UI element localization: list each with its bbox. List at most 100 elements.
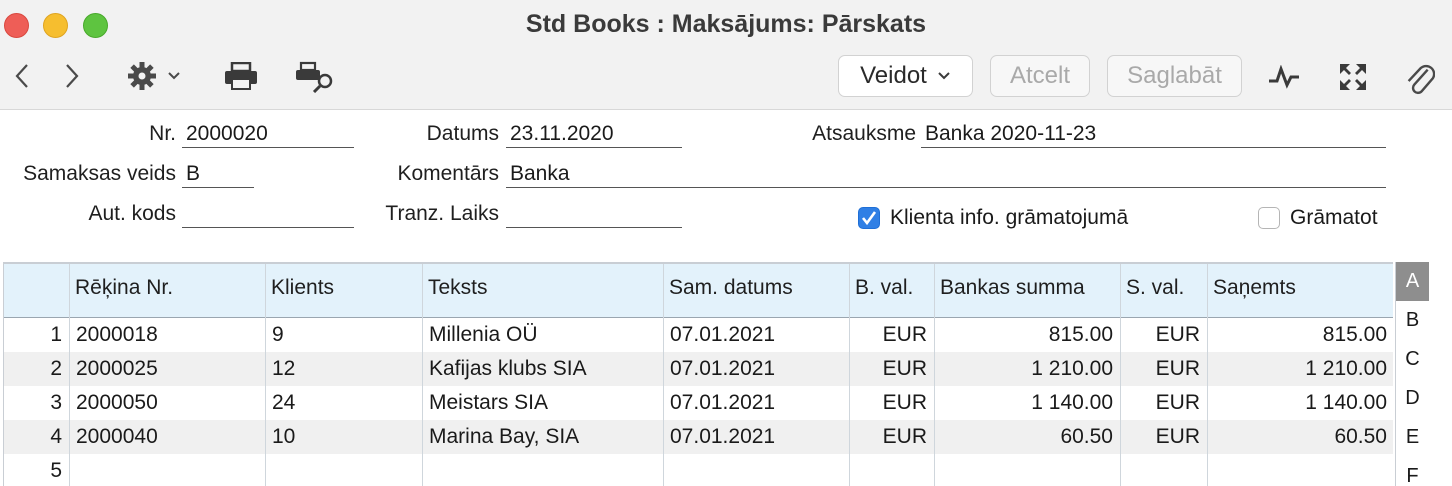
activity-icon[interactable]: [1266, 62, 1302, 92]
transaction-time-field[interactable]: [506, 200, 682, 228]
post-label: Grāmatot: [1290, 206, 1378, 229]
date-field[interactable]: 23.11.2020: [506, 120, 682, 148]
table-row[interactable]: 4 2000040 10 Marina Bay, SIA 07.01.2021 EUR 60…: [4, 420, 1393, 454]
cell-received-currency[interactable]: [1120, 454, 1207, 486]
cell-bank-currency[interactable]: EUR: [849, 420, 934, 454]
nr-label: Nr.: [149, 122, 176, 145]
cell-pay-date[interactable]: 07.01.2021: [663, 352, 849, 386]
comment-field[interactable]: Banka: [506, 160, 1386, 188]
section-tabs: ABCDEF: [1395, 262, 1429, 486]
col-header-bank-amount[interactable]: Bankas summa: [934, 264, 1085, 318]
cell-pay-date[interactable]: 07.01.2021: [663, 386, 849, 420]
cell-text[interactable]: Kafijas klubs SIA: [422, 352, 663, 386]
section-tab[interactable]: E: [1396, 418, 1429, 457]
table-row[interactable]: 2 2000025 12 Kafijas klubs SIA 07.01.2021 EUR…: [4, 352, 1393, 386]
cell-client[interactable]: [265, 454, 422, 486]
col-header-text[interactable]: Teksts: [422, 264, 488, 318]
checkmark-icon: [861, 211, 877, 226]
paperclip-icon[interactable]: [1402, 58, 1438, 96]
payment-type-label: Samaksas veids: [23, 162, 176, 185]
section-tab[interactable]: B: [1396, 301, 1429, 340]
auth-code-label: Aut. kods: [88, 202, 176, 225]
section-tab[interactable]: D: [1396, 379, 1429, 418]
reference-field[interactable]: Banka 2020-11-23: [921, 120, 1386, 148]
col-header-received-currency[interactable]: S. val.: [1120, 264, 1184, 318]
table-row[interactable]: 3 2000050 24 Meistars SIA 07.01.2021 EUR 1 140…: [4, 386, 1393, 420]
gear-icon[interactable]: [126, 60, 186, 92]
cell-bank-amount[interactable]: 815.00: [934, 318, 1120, 352]
cell-row-number: 2: [50, 357, 62, 380]
cell-row-number: 4: [50, 425, 62, 448]
cell-bank-currency[interactable]: [849, 454, 934, 486]
cell-pay-date[interactable]: 07.01.2021: [663, 318, 849, 352]
section-tab[interactable]: A: [1396, 262, 1429, 301]
table-row[interactable]: 5: [4, 454, 1393, 486]
back-icon[interactable]: [10, 60, 34, 92]
cell-text[interactable]: Meistars SIA: [422, 386, 663, 420]
create-button[interactable]: Veidot: [838, 55, 973, 97]
cell-received-amount[interactable]: [1207, 454, 1393, 486]
client-info-label: Klienta info. grāmatojumā: [890, 206, 1129, 229]
cell-row-number: 1: [50, 323, 62, 346]
comment-label: Komentārs: [397, 162, 499, 185]
cell-pay-date[interactable]: 07.01.2021: [663, 420, 849, 454]
cell-invoice-number[interactable]: 2000040: [69, 420, 265, 454]
chevron-down-icon: [938, 72, 950, 80]
cell-bank-currency[interactable]: EUR: [849, 318, 934, 352]
auth-code-field[interactable]: [182, 200, 354, 228]
print-icon[interactable]: [222, 60, 260, 92]
cell-invoice-number[interactable]: [69, 454, 265, 486]
print-preview-icon[interactable]: [294, 60, 338, 94]
cell-bank-amount[interactable]: 1 140.00: [934, 386, 1120, 420]
window-chrome: Std Books : Maksājums: Pārskats Veidot A…: [0, 0, 1452, 110]
cell-client[interactable]: 12: [265, 352, 422, 386]
cell-invoice-number[interactable]: 2000018: [69, 318, 265, 352]
cell-received-currency[interactable]: EUR: [1120, 420, 1207, 454]
cell-invoice-number[interactable]: 2000050: [69, 386, 265, 420]
cell-received-currency[interactable]: EUR: [1120, 386, 1207, 420]
section-tab[interactable]: C: [1396, 340, 1429, 379]
cell-received-amount[interactable]: 815.00: [1207, 318, 1393, 352]
window-title: Std Books : Maksājums: Pārskats: [525, 10, 927, 38]
cell-received-currency[interactable]: EUR: [1120, 318, 1207, 352]
col-header-received[interactable]: Saņemts: [1207, 264, 1296, 318]
cell-received-currency[interactable]: EUR: [1120, 352, 1207, 386]
cell-text[interactable]: Marina Bay, SIA: [422, 420, 663, 454]
post-checkbox[interactable]: [1258, 207, 1280, 229]
grid-header: Rēķina Nr. Klients Teksts Sam. datums B.…: [4, 264, 1393, 318]
section-tab[interactable]: F: [1396, 457, 1429, 486]
payment-type-field[interactable]: B: [182, 160, 254, 188]
cell-bank-currency[interactable]: EUR: [849, 386, 934, 420]
cell-text[interactable]: [422, 454, 663, 486]
col-header-bank-currency[interactable]: B. val.: [849, 264, 913, 318]
cell-received-amount[interactable]: 1 140.00: [1207, 386, 1393, 420]
cell-text[interactable]: Millenia OÜ: [422, 318, 663, 352]
date-label: Datums: [426, 122, 499, 145]
col-header-invoice[interactable]: Rēķina Nr.: [69, 264, 173, 318]
cell-pay-date[interactable]: [663, 454, 849, 486]
reference-label: Atsauksme: [812, 122, 916, 145]
save-button[interactable]: Saglabāt: [1107, 55, 1242, 97]
client-info-checkbox[interactable]: [858, 207, 880, 229]
cell-bank-amount[interactable]: [934, 454, 1120, 486]
cell-bank-amount[interactable]: 1 210.00: [934, 352, 1120, 386]
cell-client[interactable]: 9: [265, 318, 422, 352]
col-header-client[interactable]: Klients: [265, 264, 334, 318]
nr-field[interactable]: 2000020: [182, 120, 354, 148]
cell-received-amount[interactable]: 60.50: [1207, 420, 1393, 454]
fullscreen-icon[interactable]: [1336, 60, 1370, 94]
cell-row-number: 3: [50, 391, 62, 414]
create-button-label: Veidot: [860, 62, 927, 89]
payment-rows-grid: Rēķina Nr. Klients Teksts Sam. datums B.…: [3, 262, 1393, 486]
cell-client[interactable]: 24: [265, 386, 422, 420]
cell-received-amount[interactable]: 1 210.00: [1207, 352, 1393, 386]
transaction-time-label: Tranz. Laiks: [385, 202, 499, 225]
forward-icon[interactable]: [60, 60, 84, 92]
cell-bank-currency[interactable]: EUR: [849, 352, 934, 386]
cancel-button[interactable]: Atcelt: [990, 55, 1090, 97]
cell-client[interactable]: 10: [265, 420, 422, 454]
cell-invoice-number[interactable]: 2000025: [69, 352, 265, 386]
cell-bank-amount[interactable]: 60.50: [934, 420, 1120, 454]
table-row[interactable]: 1 2000018 9 Millenia OÜ 07.01.2021 EUR 815.00 E…: [4, 318, 1393, 352]
col-header-pay-date[interactable]: Sam. datums: [663, 264, 793, 318]
